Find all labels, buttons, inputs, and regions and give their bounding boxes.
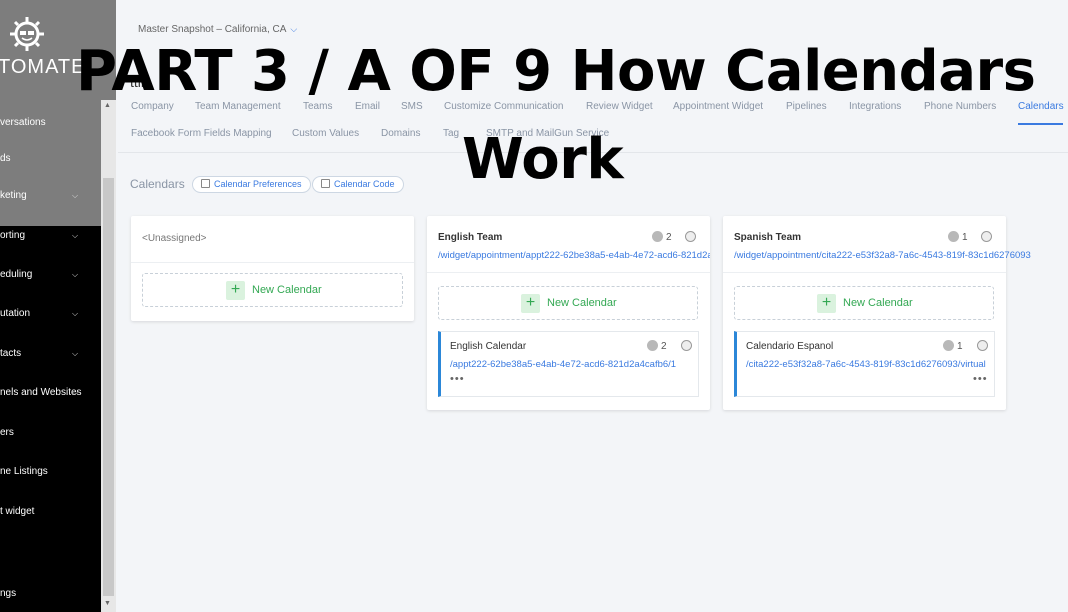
calendar-preferences-label: Calendar Preferences	[214, 179, 302, 189]
new-calendar-label: New Calendar	[547, 297, 617, 309]
plus-icon: +	[226, 281, 245, 300]
sidebar-item-label: nels and Websites	[0, 387, 82, 398]
sidebar-item-label: t widget	[0, 506, 35, 517]
calendar-icon[interactable]	[685, 231, 696, 242]
calendar-icon	[201, 179, 210, 188]
team-member-count: 1	[948, 231, 968, 243]
more-options-icon[interactable]: •••	[973, 373, 988, 385]
logo-gear-icon	[10, 17, 44, 51]
overlay-title-line-2: Work	[462, 127, 624, 192]
calendar-item-english[interactable]: English Calendar 2 /appt222-62be38a5-e4a…	[438, 331, 699, 397]
unassigned-title: <Unassigned>	[142, 233, 207, 244]
sidebar-item-label: tacts	[0, 348, 22, 359]
user-icon	[943, 340, 954, 351]
english-team-card: English Team 2 /widget/appointment/appt2…	[427, 216, 710, 410]
user-icon	[647, 340, 658, 351]
chevron-down-icon: ⌵	[72, 388, 79, 397]
calendar-icon[interactable]	[977, 340, 988, 351]
plus-icon: +	[521, 294, 540, 313]
card-divider	[131, 262, 414, 263]
sidebar-item-label: ers	[0, 427, 14, 438]
calendar-item-spanish[interactable]: Calendario Espanol 1 /cita222-e53f32a8-7…	[734, 331, 995, 397]
calendar-title: Calendario Espanol	[746, 341, 834, 352]
brand-name: TOMATE	[0, 56, 86, 78]
more-options-icon[interactable]: •••	[450, 373, 465, 385]
new-calendar-button[interactable]: + New Calendar	[438, 286, 698, 320]
calendar-title: English Calendar	[450, 341, 527, 352]
spanish-team-card: Spanish Team 1 /widget/appointment/cita2…	[723, 216, 1031, 410]
calendar-code-label: Calendar Code	[334, 179, 395, 189]
scroll-down-icon[interactable]: ▼	[104, 600, 111, 607]
sidebar-item-label: orting	[0, 230, 26, 241]
card-divider	[723, 272, 1006, 273]
tab-custom-values[interactable]: Custom Values	[292, 128, 359, 139]
new-calendar-button[interactable]: + New Calendar	[142, 273, 403, 307]
calendar-icon[interactable]	[681, 340, 692, 351]
team-widget-link[interactable]: /widget/appointment/appt222-62be38a5-e4a…	[438, 250, 710, 261]
card-divider	[427, 272, 710, 273]
tab-facebook-form-fields[interactable]: Facebook Form Fields Mapping	[131, 128, 272, 139]
calendar-preferences-button[interactable]: Calendar Preferences	[192, 176, 311, 193]
chevron-down-icon: ⌵	[72, 309, 79, 318]
calendar-code-button[interactable]: Calendar Code	[312, 176, 404, 193]
calendar-link[interactable]: /cita222-e53f32a8-7a6c-4543-819f-83c1d62…	[746, 359, 996, 370]
sidebar-item-label: ds	[0, 153, 11, 164]
plus-icon: +	[817, 294, 836, 313]
tab-tags[interactable]: Tag	[443, 128, 459, 139]
overlay-title-line-1: PART 3 / A OF 9 How Calendars	[76, 39, 1036, 104]
chevron-down-icon: ⌵	[72, 349, 79, 358]
team-title: English Team	[438, 232, 503, 243]
calendar-member-count: 2	[647, 340, 667, 352]
chevron-down-icon: ⌵	[72, 270, 79, 279]
sidebar-item-label: ne Listings	[0, 466, 48, 477]
calendar-member-count: 1	[943, 340, 963, 352]
team-member-count: 2	[652, 231, 672, 243]
user-icon	[652, 231, 663, 242]
calendar-icon[interactable]	[981, 231, 992, 242]
location-switcher[interactable]: Master Snapshot – California, CA ⌵	[138, 24, 297, 35]
new-calendar-label: New Calendar	[252, 284, 322, 296]
sidebar-item-label: ngs	[0, 588, 17, 599]
sidebar-item-label: versations	[0, 117, 46, 128]
sidebar-scroll-thumb[interactable]	[103, 178, 114, 596]
code-icon	[321, 179, 330, 188]
chevron-down-icon: ⌵	[72, 191, 79, 200]
user-icon	[948, 231, 959, 242]
calendar-link[interactable]: /appt222-62be38a5-e4ab-4e72-acd6-821d2a4…	[450, 359, 695, 370]
sidebar-item-label: keting	[0, 190, 27, 201]
location-name: Master Snapshot – California, CA	[138, 24, 287, 35]
active-tab-indicator	[1018, 123, 1063, 125]
new-calendar-label: New Calendar	[843, 297, 913, 309]
chevron-down-icon: ⌵	[290, 24, 298, 34]
sidebar-item-label: utation	[0, 308, 31, 319]
team-widget-link[interactable]: /widget/appointment/cita222-e53f32a8-7a6…	[734, 250, 1031, 261]
unassigned-card: <Unassigned> + New Calendar	[131, 216, 414, 321]
sidebar-item-label: eduling	[0, 269, 33, 280]
new-calendar-button[interactable]: + New Calendar	[734, 286, 994, 320]
chevron-down-icon: ⌵	[72, 231, 79, 240]
team-title: Spanish Team	[734, 232, 802, 243]
tab-domains[interactable]: Domains	[381, 128, 420, 139]
calendars-heading: Calendars	[130, 177, 185, 191]
